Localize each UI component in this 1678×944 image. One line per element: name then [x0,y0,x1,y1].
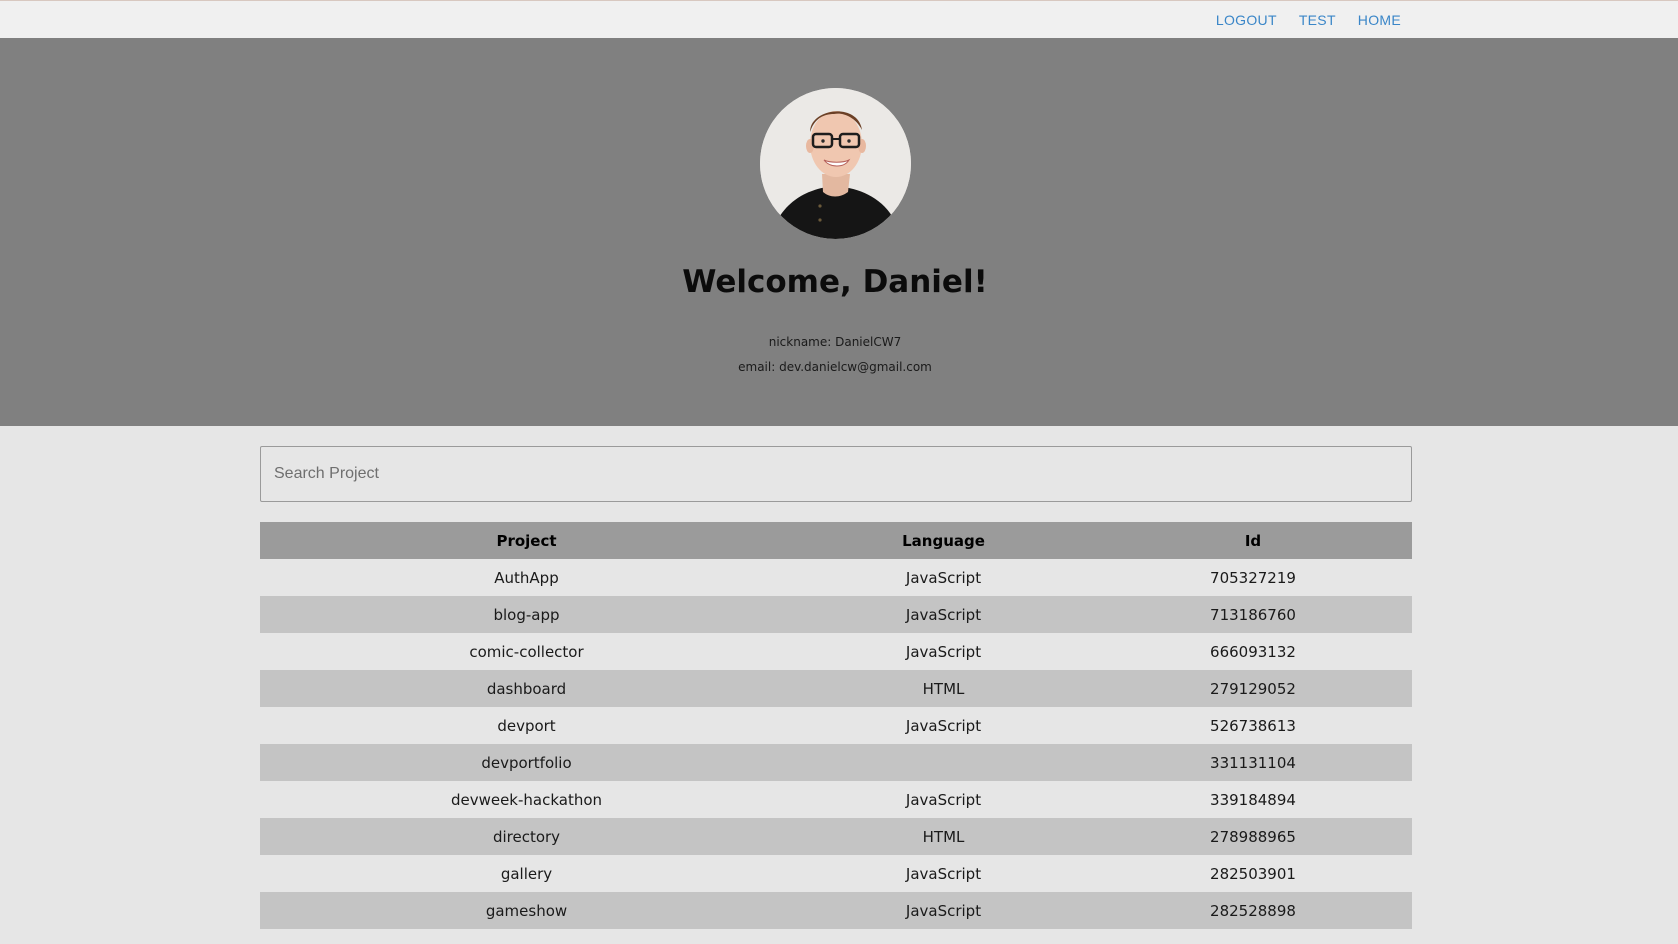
avatar-image [760,88,911,239]
project-cell: dashboard [486,679,567,698]
language-cell: JavaScript [905,642,982,661]
language-cell: JavaScript [905,864,982,883]
projects-table: Project Language Id AuthApp JavaScript 7… [260,522,1412,929]
home-link[interactable]: HOME [1358,12,1401,28]
welcome-heading: Welcome, Daniel! [682,264,988,300]
profile-header: Welcome, Daniel! nickname: DanielCW7 ema… [0,38,1678,426]
id-cell: 666093132 [1210,642,1296,661]
table-row[interactable]: AuthApp JavaScript 705327219 [260,559,1412,596]
project-cell: comic-collector [469,642,584,661]
avatar [760,88,911,239]
id-cell: 282503901 [1210,864,1296,883]
search-input[interactable] [260,446,1412,502]
nav-links: LOGOUT TEST HOME [1194,1,1401,38]
table-row[interactable]: gallery JavaScript 282503901 [260,855,1412,892]
id-cell: 526738613 [1210,716,1296,735]
column-header-language[interactable]: Language [793,522,1094,559]
table-row[interactable]: devweek-hackathon JavaScript 339184894 [260,781,1412,818]
language-cell [793,744,1094,781]
table-header-row: Project Language Id [260,522,1412,559]
id-cell: 713186760 [1210,605,1296,624]
table-row[interactable]: blog-app JavaScript 713186760 [260,596,1412,633]
language-cell: JavaScript [905,901,982,920]
language-cell: HTML [922,679,965,698]
project-cell: gallery [500,864,553,883]
project-cell: directory [492,827,561,846]
table-row[interactable]: devportfolio 331131104 [260,744,1412,781]
id-cell: 279129052 [1210,679,1296,698]
table-row[interactable]: directory HTML 278988965 [260,818,1412,855]
project-cell: AuthApp [494,568,559,587]
email-text: email: dev.danielcw@gmail.com [738,360,932,374]
project-cell: devweek-hackathon [450,790,603,809]
id-cell: 705327219 [1210,568,1296,587]
id-cell: 282528898 [1210,901,1296,920]
language-cell: JavaScript [905,716,982,735]
search-container [260,446,1412,502]
project-cell: devportfolio [481,753,572,772]
table-row[interactable]: dashboard HTML 279129052 [260,670,1412,707]
nickname-text: nickname: DanielCW7 [768,335,902,349]
table-row[interactable]: comic-collector JavaScript 666093132 [260,633,1412,670]
language-cell: JavaScript [905,568,982,587]
project-cell: devport [497,716,556,735]
id-cell: 339184894 [1210,790,1296,809]
logout-link[interactable]: LOGOUT [1216,12,1277,28]
project-cell: blog-app [493,605,560,624]
language-cell: JavaScript [905,605,982,624]
project-cell: gameshow [485,901,568,920]
language-cell: JavaScript [905,790,982,809]
top-navbar: LOGOUT TEST HOME [0,0,1678,38]
language-cell: HTML [922,827,965,846]
column-header-id[interactable]: Id [1094,522,1412,559]
id-cell: 331131104 [1210,753,1296,772]
table-row[interactable]: gameshow JavaScript 282528898 [260,892,1412,929]
column-header-project[interactable]: Project [260,522,793,559]
table-row[interactable]: devport JavaScript 526738613 [260,707,1412,744]
test-link[interactable]: TEST [1299,12,1336,28]
id-cell: 278988965 [1210,827,1296,846]
